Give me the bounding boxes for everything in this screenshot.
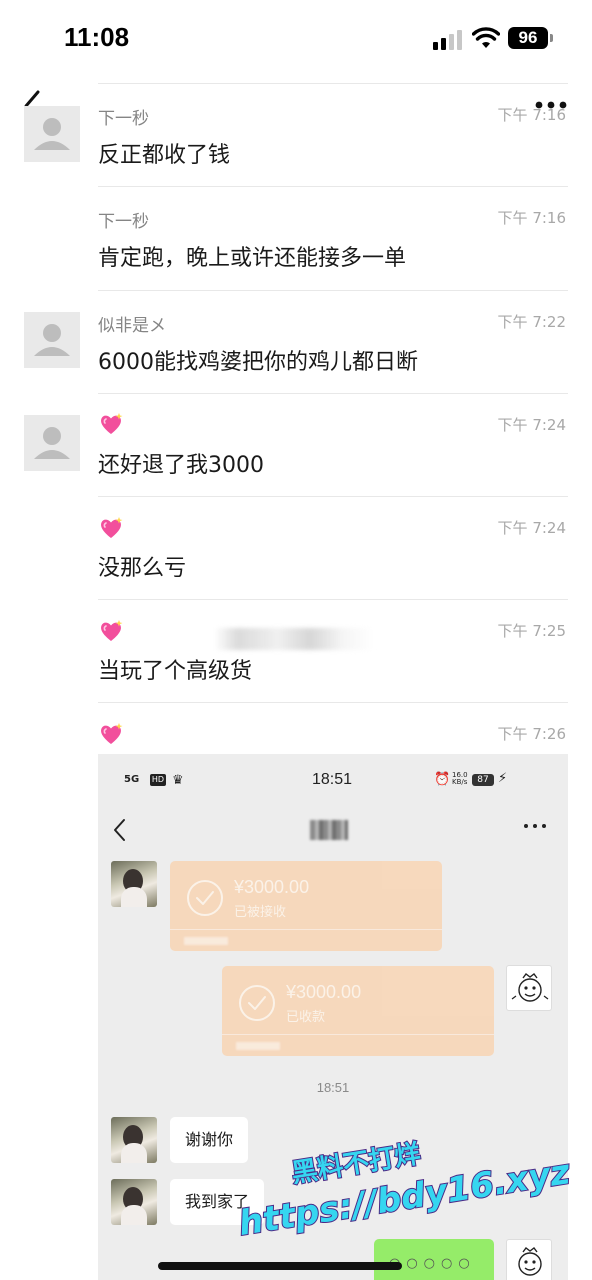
cartoon-face-icon — [511, 973, 549, 1002]
screenshot-battery: 87 — [472, 774, 494, 786]
blurred-name — [214, 628, 374, 650]
contact-avatar — [111, 1117, 157, 1163]
message-text: 当玩了个高级货 — [98, 659, 253, 684]
person-silhouette-icon — [34, 324, 70, 356]
message-text: 反正都收了钱 — [98, 143, 231, 168]
sender-name: 似非是メ — [98, 316, 166, 336]
network-label: 5G — [124, 774, 140, 785]
contact-avatar — [111, 1179, 157, 1225]
transfer-footer — [222, 1034, 494, 1056]
message-time: 下午 7:22 — [497, 313, 566, 331]
divider — [98, 599, 568, 600]
transfer-amount: ¥3000.00 — [234, 877, 310, 897]
transfer-amount: ¥3000.00 — [286, 982, 362, 1002]
sparkling-heart-icon — [101, 517, 123, 538]
avatar-placeholder[interactable] — [24, 312, 80, 368]
message-time: 下午 7:16 — [497, 106, 566, 124]
home-indicator[interactable] — [158, 1262, 402, 1270]
person-silhouette-icon — [34, 118, 70, 150]
alarm-icon: ⏰ — [434, 772, 451, 787]
status-time: 11:08 — [64, 22, 130, 52]
charging-bolt-icon: ⚡ — [498, 771, 508, 786]
transfer-status: 已收款 — [286, 1010, 326, 1025]
divider — [98, 83, 568, 84]
transfer-footer — [170, 929, 442, 951]
blurred-contact-name — [310, 820, 348, 840]
check-circle-icon — [239, 985, 275, 1021]
message-time: 下午 7:26 — [497, 725, 566, 743]
transfer-card: ¥3000.00 已被接收 — [170, 861, 442, 951]
message-text: 还好退了我3000 — [98, 453, 264, 478]
person-silhouette-icon — [34, 427, 70, 459]
chat-bubble: 谢谢你 — [170, 1117, 249, 1163]
message-time: 下午 7:16 — [497, 209, 566, 227]
sparkling-heart-icon — [101, 620, 123, 641]
message-time: 下午 7:24 — [497, 519, 566, 537]
avatar-placeholder[interactable] — [24, 106, 80, 162]
divider — [98, 393, 568, 394]
message-time: 下午 7:24 — [497, 416, 566, 434]
check-circle-icon — [187, 880, 223, 916]
battery-indicator: 96 — [508, 27, 553, 49]
message-text: 肯定跑，晚上或许还能接多一单 — [98, 246, 407, 271]
message-time: 下午 7:25 — [497, 622, 566, 640]
typing-dots-icon: ○○○○○ — [389, 1256, 476, 1271]
sender-name: 下一秒 — [98, 109, 149, 129]
screenshot-status-bar: 5G HD ♛ 18:51 ⏰ 16.0 KB/s 87 ⚡ — [98, 754, 568, 806]
my-avatar — [506, 965, 552, 1011]
divider — [98, 186, 568, 187]
avatar-placeholder[interactable] — [24, 415, 80, 471]
screenshot-time: 18:51 — [312, 771, 353, 788]
sparkling-heart-icon — [101, 723, 123, 744]
contact-avatar — [111, 861, 157, 907]
screenshot-more-icon — [524, 824, 546, 828]
my-avatar — [506, 1239, 552, 1280]
message-text: 没那么亏 — [98, 556, 187, 581]
message-text: 6000能找鸡婆把你的鸡儿都日断 — [98, 350, 418, 375]
chat-timestamp: 18:51 — [316, 1080, 350, 1095]
divider — [98, 702, 568, 703]
hd-badge: HD — [150, 774, 166, 786]
transfer-status: 已被接收 — [234, 905, 287, 920]
network-speed: 16.0 KB/s — [452, 771, 468, 786]
cartoon-face-icon — [518, 1247, 542, 1276]
divider — [98, 496, 568, 497]
divider — [98, 290, 568, 291]
wifi-icon — [472, 27, 500, 48]
crown-icon: ♛ — [172, 773, 184, 788]
cellular-signal-icon — [433, 30, 462, 50]
sparkling-heart-icon — [101, 413, 123, 434]
sender-name: 下一秒 — [98, 212, 149, 232]
status-bar: 11:08 96 — [0, 0, 592, 80]
transfer-card: ¥3000.00 已收款 — [222, 966, 494, 1056]
screenshot-back-icon — [114, 819, 125, 841]
